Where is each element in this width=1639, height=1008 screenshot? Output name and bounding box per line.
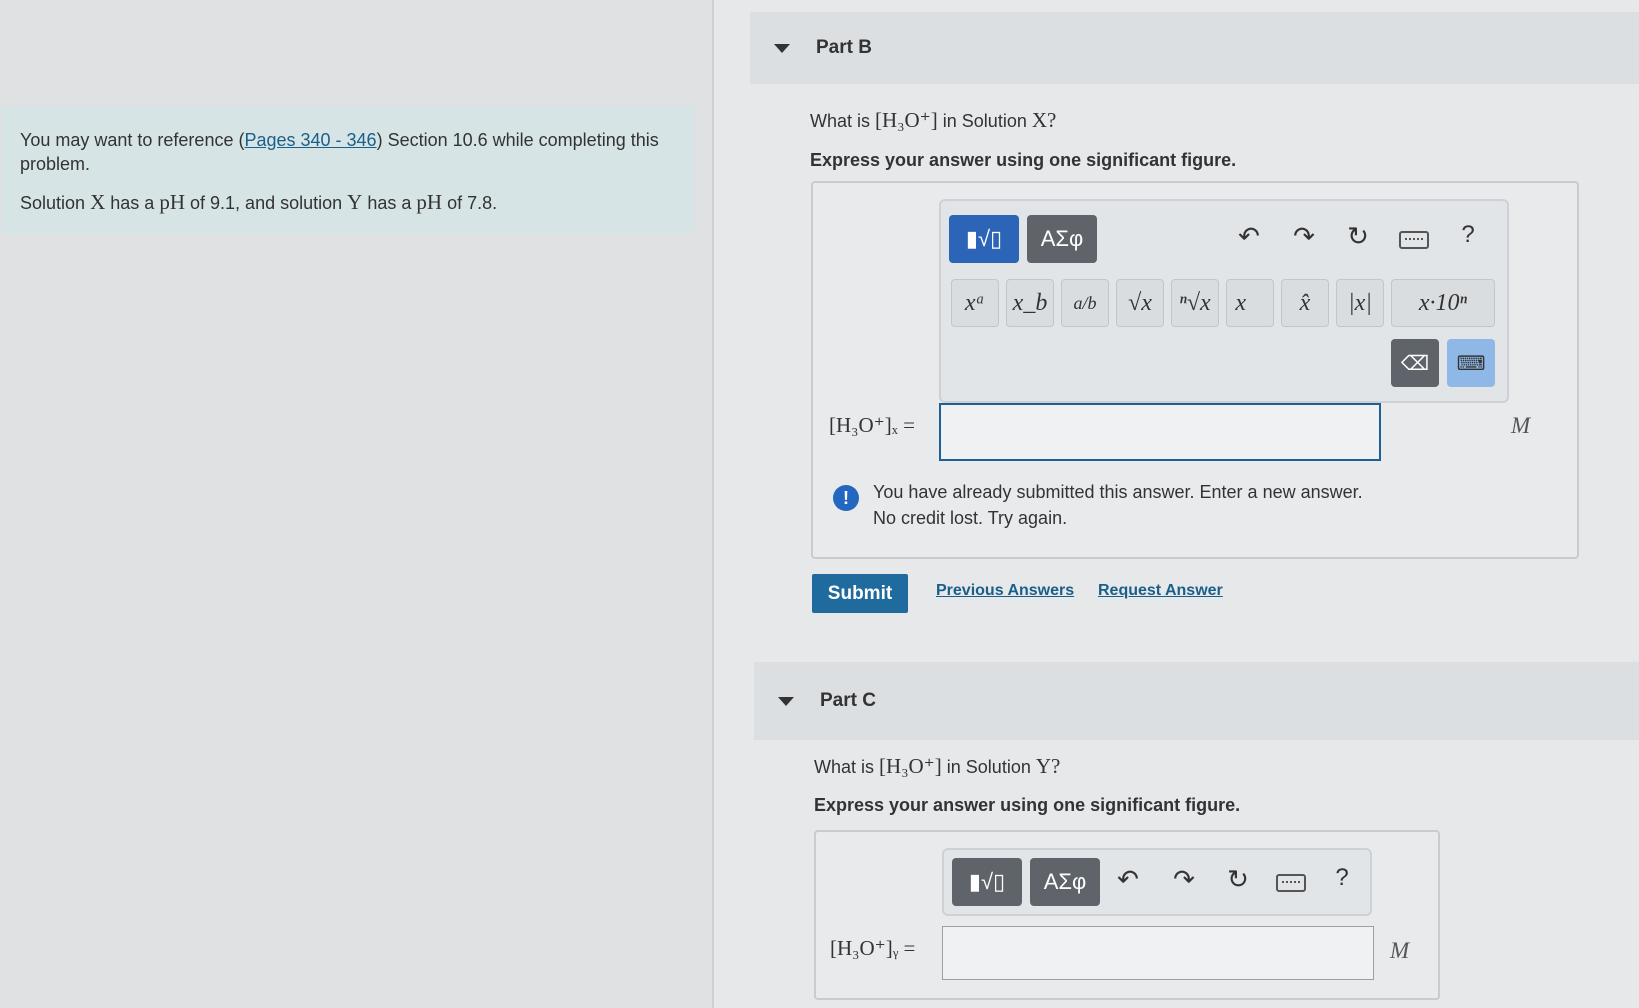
part-b-instruction: Express your answer using one significan… bbox=[810, 150, 1237, 170]
part-b-answer-input[interactable] bbox=[939, 403, 1381, 461]
keyboard-icon[interactable] bbox=[1399, 231, 1429, 249]
part-b-answer-box: ▮√▯ ΑΣφ ↶ ↷ ↻ ? xᵃ x_b a/b √x ⁿ√x x⃗ x̂ … bbox=[811, 181, 1579, 559]
part-c-question: What is [H₃O⁺] in Solution Y? bbox=[814, 754, 1061, 778]
part-c-unit-label: M bbox=[1390, 938, 1410, 963]
math-toolbar: ▮√▯ ΑΣφ ↶ ↷ ↻ ? bbox=[942, 848, 1372, 916]
pages-reference-link[interactable]: Pages 340 - 346 bbox=[244, 130, 376, 150]
request-answer-link[interactable]: Request Answer bbox=[1098, 582, 1223, 600]
superscript-button[interactable]: xᵃ bbox=[951, 279, 999, 327]
undo-icon[interactable]: ↶ bbox=[1231, 221, 1267, 252]
help-icon[interactable]: ? bbox=[1324, 864, 1360, 892]
math-toolbar: ▮√▯ ΑΣφ ↶ ↷ ↻ ? xᵃ x_b a/b √x ⁿ√x x⃗ x̂ … bbox=[939, 199, 1509, 403]
part-c-title: Part C bbox=[820, 690, 876, 711]
part-b-lhs-label: [H₃O⁺]ₓ = bbox=[829, 413, 915, 437]
part-c-answer-box: ▮√▯ ΑΣφ ↶ ↷ ↻ ? [H₃O⁺]ᵧ = M bbox=[814, 830, 1440, 1000]
submit-button[interactable]: Submit bbox=[812, 574, 908, 613]
greek-symbols-button[interactable]: ΑΣφ bbox=[1027, 215, 1097, 263]
scientific-notation-button[interactable]: x·10ⁿ bbox=[1391, 279, 1495, 327]
redo-icon[interactable]: ↷ bbox=[1286, 221, 1322, 252]
templates-button[interactable]: ▮√▯ bbox=[952, 858, 1022, 906]
vector-button[interactable]: x⃗ bbox=[1226, 279, 1274, 327]
keyboard-toggle-icon[interactable]: ⌨ bbox=[1447, 339, 1495, 387]
backspace-icon[interactable]: ⌫ bbox=[1391, 339, 1439, 387]
right-panel: Part B What is [H₃O⁺] in Solution X? Exp… bbox=[714, 0, 1639, 1008]
reference-text: You may want to reference (Pages 340 - 3… bbox=[20, 130, 659, 174]
reference-box: You may want to reference (Pages 340 - 3… bbox=[2, 106, 694, 234]
absolute-value-button[interactable]: |x| bbox=[1336, 279, 1384, 327]
reset-icon[interactable]: ↻ bbox=[1340, 221, 1376, 252]
subscript-button[interactable]: x_b bbox=[1006, 279, 1054, 327]
part-b-question: What is [H₃O⁺] in Solution X? bbox=[810, 108, 1057, 132]
reset-icon[interactable]: ↻ bbox=[1220, 864, 1256, 895]
greek-symbols-button[interactable]: ΑΣφ bbox=[1030, 858, 1100, 906]
undo-icon[interactable]: ↶ bbox=[1110, 864, 1146, 895]
part-c-header[interactable]: Part C bbox=[754, 662, 1639, 740]
part-b-header[interactable]: Part B bbox=[750, 12, 1639, 84]
alert-icon: ! bbox=[833, 485, 859, 511]
redo-icon[interactable]: ↷ bbox=[1166, 864, 1202, 895]
part-b-title: Part B bbox=[816, 37, 872, 58]
part-b-unit-label: M bbox=[1511, 413, 1531, 438]
square-root-button[interactable]: √x bbox=[1116, 279, 1164, 327]
part-c-instruction: Express your answer using one significan… bbox=[814, 795, 1241, 815]
keyboard-icon[interactable] bbox=[1276, 874, 1306, 892]
part-c-answer-input[interactable] bbox=[942, 926, 1374, 980]
templates-button[interactable]: ▮√▯ bbox=[949, 215, 1019, 263]
nth-root-button[interactable]: ⁿ√x bbox=[1171, 279, 1219, 327]
part-c-lhs-label: [H₃O⁺]ᵧ = bbox=[830, 936, 916, 960]
collapse-caret-icon[interactable] bbox=[778, 696, 794, 706]
fraction-button[interactable]: a/b bbox=[1061, 279, 1109, 327]
collapse-caret-icon[interactable] bbox=[774, 43, 790, 53]
submission-warning: You have already submitted this answer. … bbox=[873, 482, 1363, 528]
help-icon[interactable]: ? bbox=[1450, 221, 1486, 249]
unit-vector-button[interactable]: x̂ bbox=[1281, 279, 1329, 327]
problem-statement: Solution X has a pH of 9.1, and solution… bbox=[20, 190, 498, 214]
previous-answers-link[interactable]: Previous Answers bbox=[936, 582, 1074, 600]
